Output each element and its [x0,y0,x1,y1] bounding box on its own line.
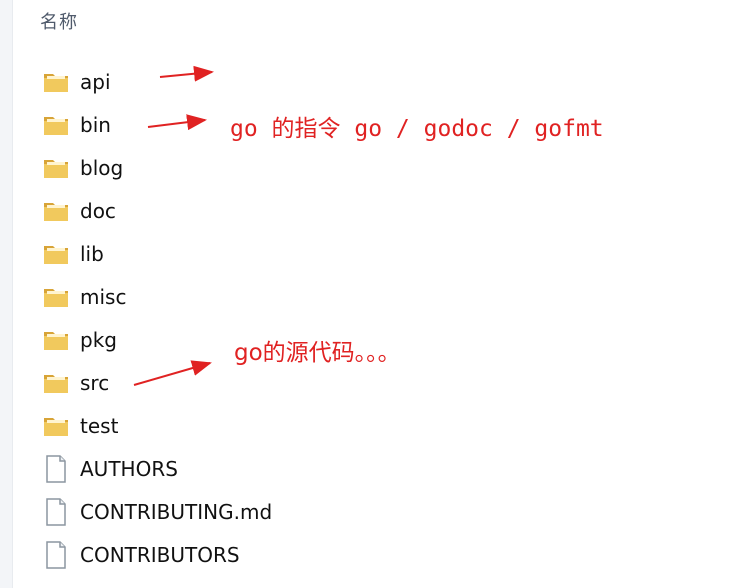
item-name: api [80,69,111,94]
item-name: CONTRIBUTORS [80,542,240,567]
item-name: pkg [80,327,117,352]
list-item[interactable]: misc [40,275,700,318]
folder-icon [40,282,72,312]
item-name: src [80,370,110,395]
list-item[interactable]: lib [40,232,700,275]
item-name: test [80,413,119,438]
folder-icon [40,67,72,97]
annotation-src-source-code: go的源代码。。。 [234,340,401,366]
list-item[interactable]: api [40,60,700,103]
item-name: CONTRIBUTING.md [80,499,273,524]
item-name: AUTHORS [80,456,178,481]
item-name: lib [80,241,104,266]
navigation-pane-edge [0,0,13,588]
folder-icon [40,239,72,269]
folder-icon [40,325,72,355]
list-item[interactable]: src [40,361,700,404]
item-name: bin [80,112,111,137]
folder-icon [40,110,72,140]
list-item[interactable]: blog [40,146,700,189]
item-name: blog [80,155,124,180]
list-item[interactable]: CONTRIBUTORS [40,533,700,576]
file-icon [40,497,72,527]
item-name: doc [80,198,116,223]
file-icon [40,454,72,484]
list-item[interactable]: AUTHORS [40,447,700,490]
list-item[interactable]: CONTRIBUTING.md [40,490,700,533]
list-item[interactable]: test [40,404,700,447]
folder-icon [40,368,72,398]
folder-icon [40,153,72,183]
file-icon [40,540,72,570]
list-item[interactable]: doc [40,189,700,232]
folder-icon [40,411,72,441]
folder-icon [40,196,72,226]
item-name: misc [80,284,127,309]
annotation-bin-commands: go 的指令 go / godoc / gofmt [230,116,604,142]
column-header-name[interactable]: 名称 [40,8,78,34]
